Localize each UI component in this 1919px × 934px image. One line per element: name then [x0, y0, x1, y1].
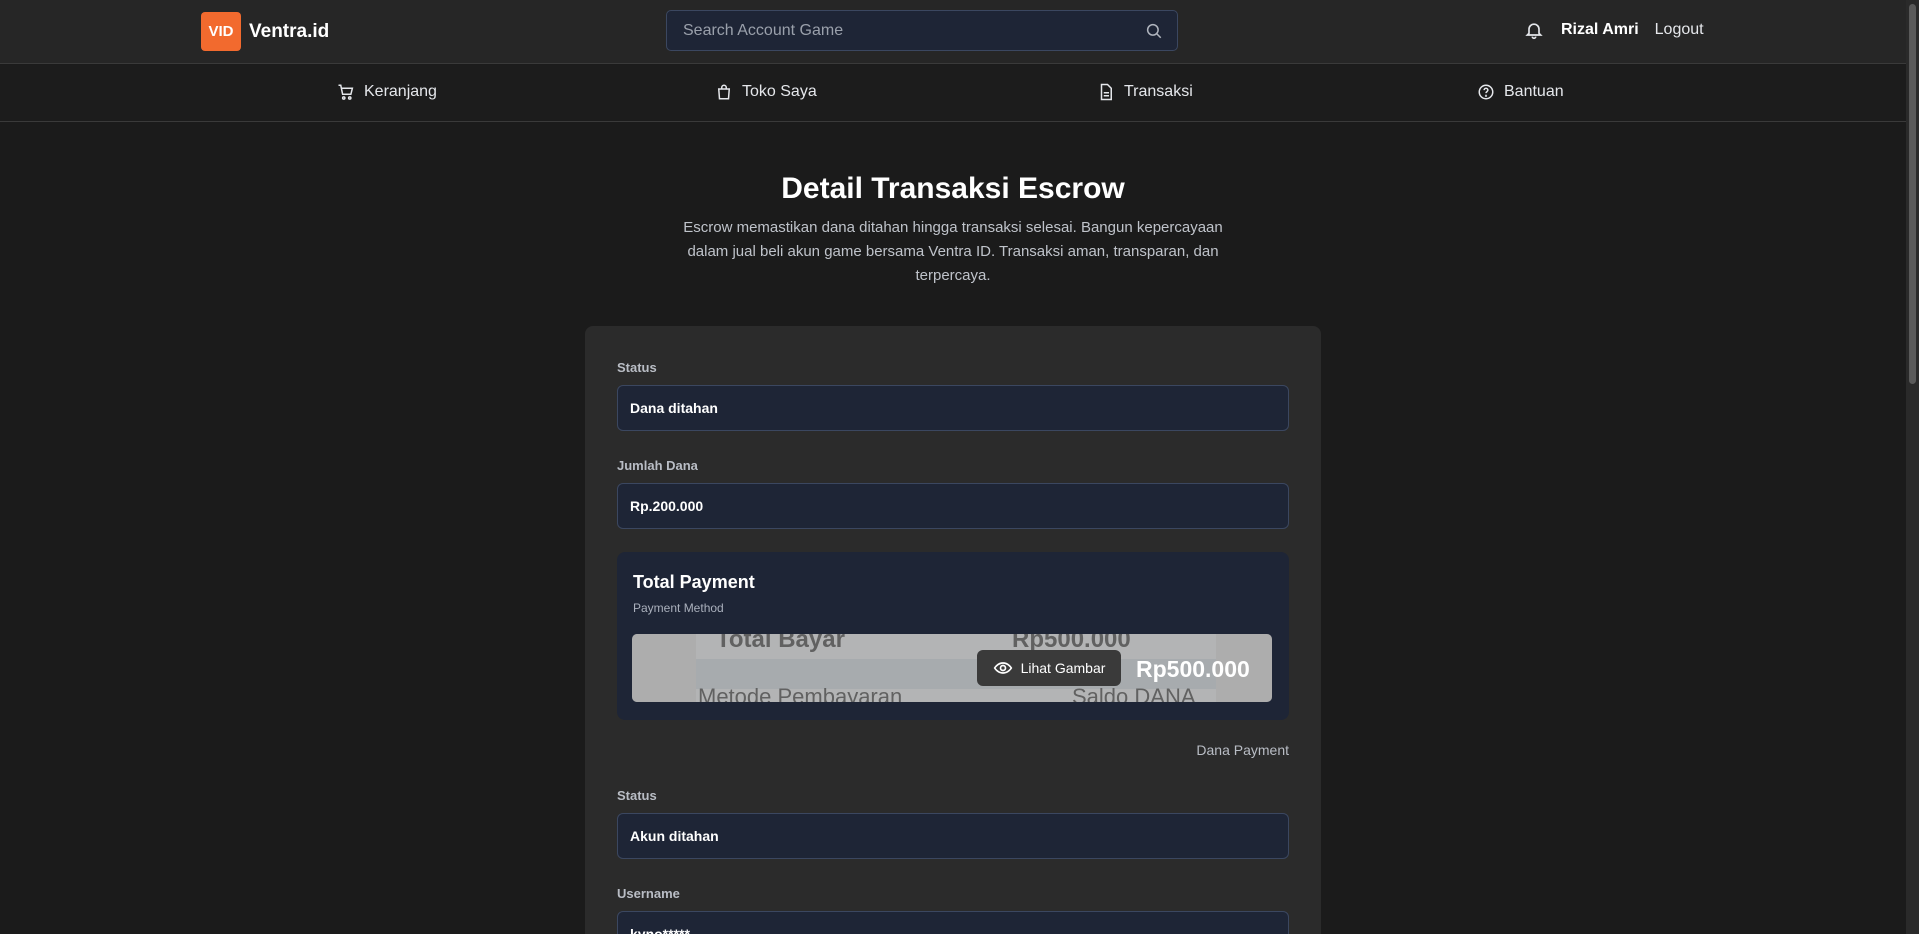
nav-item-transaksi[interactable]: Transaksi [1097, 83, 1193, 101]
header-user-area: Rizal Amri Logout [1524, 20, 1704, 40]
logo-text: Ventra.id [249, 20, 330, 42]
payment-amount: Rp500.000 [1136, 656, 1250, 682]
nav-item-bantuan[interactable]: Bantuan [1477, 83, 1564, 101]
nav-label: Bantuan [1504, 83, 1564, 100]
username-label: Username [617, 886, 680, 901]
amount-field: Rp.200.000 [617, 483, 1289, 529]
amount-label: Jumlah Dana [617, 458, 698, 473]
cart-icon [338, 84, 354, 100]
escrow-card: Status Dana ditahan Jumlah Dana Rp.200.0… [585, 326, 1321, 934]
page-title: Detail Transaksi Escrow [781, 172, 1125, 205]
scrollbar-thumb[interactable] [1909, 4, 1916, 384]
bell-icon[interactable] [1524, 20, 1544, 40]
search-input[interactable] [683, 21, 1123, 40]
logo[interactable]: VID Ventra.id [201, 12, 329, 51]
account-status-label: Status [617, 788, 657, 803]
payment-title: Total Payment [633, 572, 755, 592]
view-image-button[interactable]: Lihat Gambar [977, 650, 1121, 686]
top-header: VID Ventra.id Rizal Amri Logout [0, 0, 1906, 64]
status-field: Dana ditahan [617, 385, 1289, 431]
scrollbar-track[interactable] [1906, 0, 1919, 934]
main-nav: Keranjang Toko Saya Transaksi Bantuan [0, 65, 1906, 122]
nav-item-keranjang[interactable]: Keranjang [337, 83, 437, 101]
logout-link[interactable]: Logout [1655, 21, 1704, 39]
payment-method-label: Payment Method [633, 601, 724, 615]
nav-label: Keranjang [364, 83, 437, 100]
help-icon [1478, 84, 1494, 100]
bag-icon [717, 84, 731, 100]
eye-icon [993, 662, 1012, 674]
page-subtitle: Escrow memastikan dana ditahan hingga tr… [683, 219, 1223, 284]
status-label: Status [617, 360, 657, 375]
search-box[interactable] [666, 10, 1178, 51]
nav-label: Transaksi [1124, 83, 1193, 100]
view-image-label: Lihat Gambar [1020, 660, 1106, 676]
search-icon[interactable] [1145, 22, 1163, 40]
username-field: kyno***** [617, 911, 1289, 934]
account-status-field: Akun ditahan [617, 813, 1289, 859]
user-name[interactable]: Rizal Amri [1561, 21, 1639, 39]
nav-label: Toko Saya [742, 83, 817, 100]
nav-item-toko-saya[interactable]: Toko Saya [715, 83, 817, 101]
document-icon [1100, 83, 1112, 101]
logo-badge: VID [201, 12, 241, 51]
payment-provider: Dana Payment [1196, 742, 1289, 758]
